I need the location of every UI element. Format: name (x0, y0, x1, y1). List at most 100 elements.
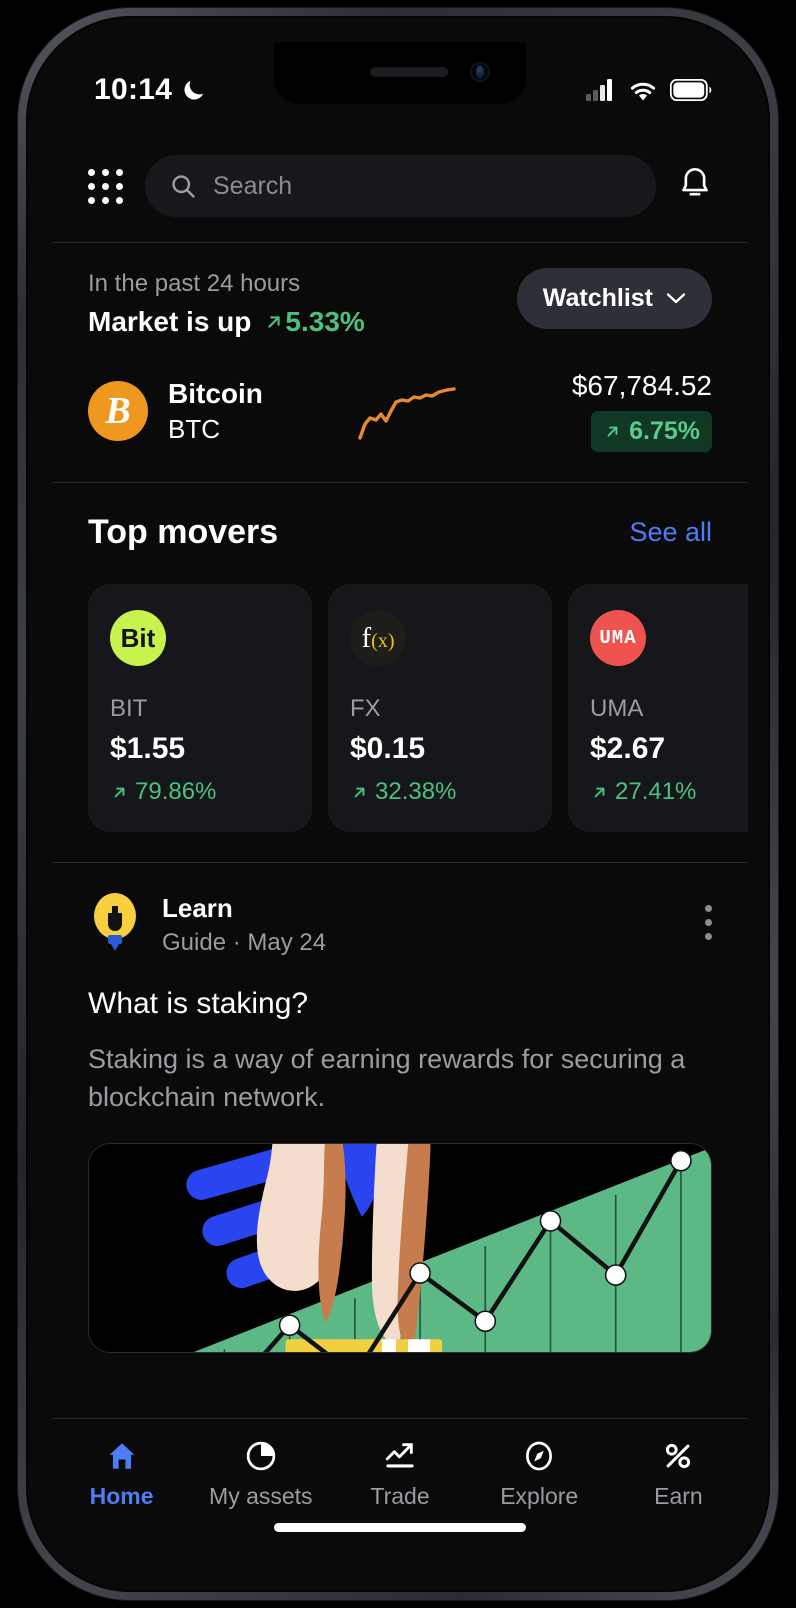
learn-illustration[interactable] (88, 1142, 712, 1353)
notification-bell-icon[interactable] (678, 166, 712, 207)
search-input[interactable]: Search (145, 155, 656, 217)
home-indicator[interactable] (274, 1523, 526, 1532)
search-icon (172, 175, 195, 198)
bitcoin-row[interactable]: B Bitcoin BTC $67,784.52 6.75% (88, 370, 712, 453)
market-subtitle: In the past 24 hours (88, 270, 301, 297)
status-bar-left: 10:14 (94, 73, 207, 107)
market-change: 5.33% (263, 306, 365, 338)
mover-change: 79.86% (110, 778, 290, 806)
bitcoin-logo-icon: B (88, 381, 148, 442)
fx-logo-text: f(x) (361, 621, 395, 654)
nav-item-home[interactable]: Home (52, 1439, 191, 1510)
phone-screen: 10:14 Search In the past 24 hours Market… (52, 42, 748, 1566)
learn-label: Learn (162, 893, 233, 924)
see-all-link[interactable]: See all (629, 517, 712, 548)
top-movers-title: Top movers (88, 513, 279, 552)
mover-card-fx[interactable]: f(x) FX $0.15 32.38% (328, 584, 552, 833)
mover-symbol: FX (350, 695, 381, 723)
nav-label-explore: Explore (500, 1483, 579, 1509)
earpiece-speaker (370, 67, 448, 77)
nav-item-explore[interactable]: Explore (470, 1439, 609, 1510)
search-placeholder: Search (213, 171, 293, 200)
nav-label-my-assets: My assets (209, 1483, 313, 1509)
arrow-up-right-icon (114, 787, 125, 798)
bit-logo-icon: Bit (110, 610, 166, 667)
nav-label-home: Home (89, 1483, 154, 1509)
mover-change: 32.38% (350, 778, 530, 806)
nav-item-my-assets[interactable]: My assets (191, 1439, 330, 1510)
phone-frame: 10:14 Search In the past 24 hours Market… (18, 8, 778, 1600)
device-notch (274, 42, 526, 104)
learn-section: Learn Guide · May 24 What is staking? St… (52, 863, 748, 1353)
percent-icon (666, 1443, 691, 1469)
learn-header: Learn Guide · May 24 (88, 893, 712, 957)
mover-change-value: 32.38% (375, 778, 457, 806)
nav-item-earn[interactable]: Earn (609, 1439, 748, 1510)
bitcoin-values: $67,784.52 6.75% (571, 370, 712, 453)
learn-meta-text: Guide · May 24 (162, 929, 327, 957)
app-grid-icon[interactable] (88, 168, 123, 204)
market-title: Market is up (88, 306, 252, 338)
mover-symbol: UMA (590, 695, 644, 723)
mover-price: $1.55 (110, 732, 186, 766)
top-movers-header: Top movers See all (88, 513, 712, 552)
market-headline: Market is up 5.33% (88, 306, 365, 338)
bitcoin-change-value: 6.75% (629, 417, 700, 446)
mover-card-uma[interactable]: UMA UMA $2.67 27.41% (568, 584, 748, 833)
nav-label-earn: Earn (654, 1483, 703, 1509)
arrow-up-right-icon (607, 426, 618, 437)
crescent-moon-icon (184, 80, 204, 100)
phone-bezel: 10:14 Search In the past 24 hours Market… (26, 16, 770, 1592)
status-clock: 10:14 (94, 73, 173, 106)
mover-symbol: BIT (110, 695, 148, 723)
trend-up-icon (385, 1443, 414, 1468)
app-header: Search (52, 130, 748, 242)
nav-item-trade[interactable]: Trade (330, 1439, 469, 1510)
status-bar-right (586, 79, 712, 102)
wifi-icon (630, 82, 656, 100)
bitcoin-name: Bitcoin (168, 377, 263, 409)
cellular-signal-icon (586, 79, 612, 101)
bitcoin-symbol: BTC (168, 413, 220, 444)
arrow-up-right-icon (268, 316, 281, 328)
learn-body: Staking is a way of earning rewards for … (88, 1044, 686, 1112)
learn-meta: Learn Guide · May 24 (162, 893, 704, 957)
top-movers-section: Top movers See all Bit BIT $1.55 79.86% … (52, 483, 748, 862)
mover-change: 27.41% (590, 778, 748, 806)
battery-full-icon (670, 79, 712, 101)
mover-price: $0.15 (350, 732, 426, 766)
uma-logo-text: UMA (599, 627, 637, 650)
top-movers-carousel[interactable]: Bit BIT $1.55 79.86% f(x) FX $0.15 32.38… (88, 584, 748, 833)
market-summary-header: In the past 24 hours Market is up 5.33% (88, 268, 712, 338)
bitcoin-price: $67,784.52 (571, 370, 712, 402)
pie-chart-icon (246, 1441, 276, 1471)
main-content: In the past 24 hours Market is up 5.33% (52, 242, 748, 1566)
learn-headline: What is staking? (88, 987, 309, 1021)
chevron-down-icon (666, 293, 686, 304)
watchlist-button[interactable]: Watchlist (516, 268, 712, 329)
market-change-value: 5.33% (285, 306, 365, 338)
front-camera (470, 62, 490, 82)
lightbulb-icon (88, 893, 142, 955)
arrow-up-right-icon (594, 787, 605, 798)
compass-icon (526, 1441, 553, 1471)
kebab-menu-icon[interactable] (704, 893, 712, 941)
market-summary-section: In the past 24 hours Market is up 5.33% (52, 242, 748, 482)
bitcoin-sparkline (263, 380, 572, 442)
bitcoin-names: Bitcoin BTC (168, 378, 263, 445)
bottom-navigation: Home My assets Trade Explore Earn (52, 1418, 748, 1566)
uma-logo-icon: UMA (590, 610, 646, 667)
bit-logo-text: Bit (120, 622, 156, 653)
home-icon (109, 1443, 135, 1469)
watchlist-label: Watchlist (542, 284, 653, 312)
mover-card-bit[interactable]: Bit BIT $1.55 79.86% (88, 584, 312, 833)
mover-price: $2.67 (590, 732, 666, 766)
mover-change-value: 79.86% (135, 778, 217, 806)
nav-label-trade: Trade (370, 1483, 430, 1509)
arrow-up-right-icon (354, 787, 365, 798)
mover-change-value: 27.41% (615, 778, 697, 806)
market-summary-text: In the past 24 hours Market is up 5.33% (88, 268, 365, 338)
bitcoin-logo-symbol: B (105, 390, 131, 433)
bitcoin-change-badge: 6.75% (591, 411, 712, 453)
fx-logo-icon: f(x) (350, 610, 406, 667)
